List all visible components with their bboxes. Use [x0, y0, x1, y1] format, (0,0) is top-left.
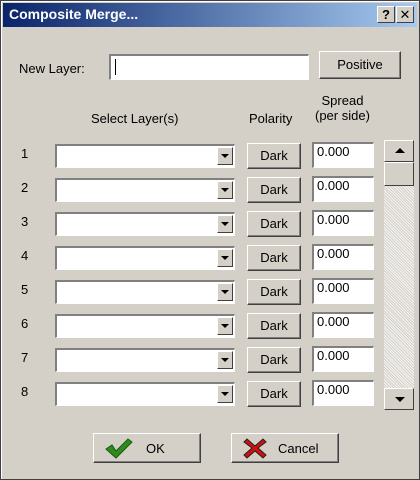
dropdown-arrow-icon[interactable]	[217, 147, 233, 165]
scroll-down-arrow-icon[interactable]	[384, 388, 414, 410]
dropdown-arrow-icon[interactable]	[217, 351, 233, 369]
polarity-button[interactable]: Dark	[247, 313, 301, 339]
spread-input[interactable]	[312, 142, 374, 168]
positive-button[interactable]: Positive	[319, 51, 401, 79]
spread-input[interactable]	[312, 176, 374, 202]
layer-select[interactable]	[55, 382, 235, 406]
layer-row: 8 Dark	[1, 380, 419, 408]
dropdown-arrow-icon[interactable]	[217, 283, 233, 301]
checkmark-icon	[105, 438, 133, 459]
composite-merge-dialog: Composite Merge... ? ✕ New Layer: Positi…	[0, 0, 420, 480]
layer-select[interactable]	[55, 212, 235, 236]
row-number: 7	[21, 350, 29, 365]
row-number: 5	[21, 282, 29, 297]
row-number: 1	[21, 146, 29, 161]
polarity-button[interactable]: Dark	[247, 245, 301, 271]
polarity-header: Polarity	[249, 111, 293, 126]
layer-row: 7 Dark	[1, 346, 419, 374]
row-number: 2	[21, 180, 29, 195]
close-button[interactable]: ✕	[396, 6, 414, 23]
red-x-icon	[243, 438, 267, 459]
layer-select[interactable]	[55, 178, 235, 202]
text-cursor	[115, 59, 116, 75]
layer-row: 5 Dark	[1, 278, 419, 306]
dropdown-arrow-icon[interactable]	[217, 215, 233, 233]
row-number: 3	[21, 214, 29, 229]
dropdown-arrow-icon[interactable]	[217, 385, 233, 403]
cancel-label: Cancel	[278, 441, 319, 456]
row-number: 8	[21, 384, 29, 399]
row-number: 4	[21, 248, 29, 263]
polarity-button[interactable]: Dark	[247, 143, 301, 169]
layer-row: 6 Dark	[1, 312, 419, 340]
ok-label: OK	[146, 441, 165, 456]
spread-input[interactable]	[312, 346, 374, 372]
dropdown-arrow-icon[interactable]	[217, 249, 233, 267]
layer-row: 4 Dark	[1, 244, 419, 272]
row-number: 6	[21, 316, 29, 331]
spread-input[interactable]	[312, 244, 374, 270]
polarity-button[interactable]: Dark	[247, 347, 301, 373]
layer-select[interactable]	[55, 348, 235, 372]
dropdown-arrow-icon[interactable]	[217, 181, 233, 199]
spread-header-line1: Spread	[321, 93, 364, 108]
scroll-up-arrow-icon[interactable]	[384, 140, 414, 162]
layer-row: 2 Dark	[1, 176, 419, 204]
cancel-button[interactable]: Cancel	[231, 433, 339, 463]
title-bar[interactable]: Composite Merge... ? ✕	[3, 3, 417, 27]
layer-select[interactable]	[55, 246, 235, 270]
rows-scrollbar[interactable]	[384, 140, 414, 410]
polarity-button[interactable]: Dark	[247, 177, 301, 203]
spread-input[interactable]	[312, 380, 374, 406]
help-button[interactable]: ?	[377, 6, 395, 23]
ok-button[interactable]: OK	[93, 433, 201, 463]
new-layer-input[interactable]	[109, 54, 309, 80]
spread-input[interactable]	[312, 278, 374, 304]
spread-header: Spread (per side)	[315, 93, 370, 123]
spread-input[interactable]	[312, 312, 374, 338]
scroll-thumb[interactable]	[384, 162, 414, 186]
window-title: Composite Merge...	[9, 6, 139, 22]
layer-select[interactable]	[55, 144, 235, 168]
dropdown-arrow-icon[interactable]	[217, 317, 233, 335]
layer-row: 3 Dark	[1, 210, 419, 238]
select-layers-header: Select Layer(s)	[91, 111, 179, 126]
new-layer-label: New Layer:	[19, 61, 85, 76]
polarity-button[interactable]: Dark	[247, 381, 301, 407]
layer-select[interactable]	[55, 314, 235, 338]
layer-select[interactable]	[55, 280, 235, 304]
spread-input[interactable]	[312, 210, 374, 236]
spread-header-line2: (per side)	[315, 108, 370, 123]
polarity-button[interactable]: Dark	[247, 211, 301, 237]
polarity-button[interactable]: Dark	[247, 279, 301, 305]
layer-row: 1 Dark	[1, 142, 419, 170]
